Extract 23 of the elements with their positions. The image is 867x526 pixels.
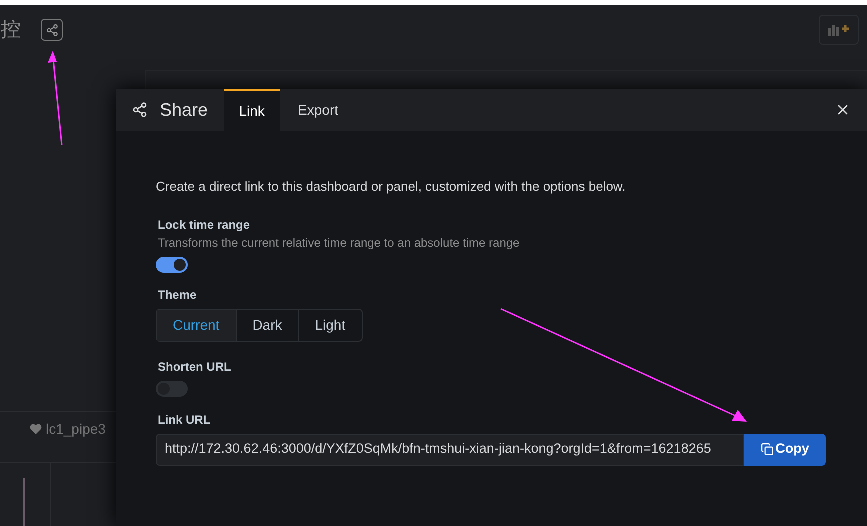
link-url-label: Link URL xyxy=(158,412,212,428)
theme-option[interactable]: Current xyxy=(157,310,236,340)
theme-option[interactable]: Light xyxy=(298,310,362,340)
legend-label: lc1_pipe3 xyxy=(46,420,106,439)
copy-icon xyxy=(760,443,774,456)
theme-option[interactable]: Dark xyxy=(236,310,298,340)
shorten-url-label: Shorten URL xyxy=(158,358,232,376)
heart-icon xyxy=(30,424,42,435)
dashboard-title: 控 xyxy=(1,18,21,43)
toggle-switch[interactable] xyxy=(156,380,188,396)
modal-title: Share xyxy=(160,98,208,122)
theme-label: Theme xyxy=(158,286,198,304)
lock-time-label: Lock time range xyxy=(158,216,252,234)
copy-button[interactable]: Copy xyxy=(744,434,826,466)
lock-time-description: Transforms the current relative time range to an absolute time range xyxy=(158,234,521,252)
tab[interactable]: Link xyxy=(224,89,280,131)
tab[interactable]: Export xyxy=(280,89,357,131)
link-url-field[interactable]: http://172.30.62.46:3000/d/YXfZ0SqMk/bfn-tmshui-xian-jian-kong?orgId=1&from=16218265 xyxy=(156,434,744,466)
intro-text: Create a direct link to this dashboard or panel, customized with the options below. xyxy=(156,178,627,196)
add-panel-icon[interactable] xyxy=(819,15,859,45)
share-icon xyxy=(132,102,148,118)
share-icon[interactable] xyxy=(41,19,63,41)
toggle-switch[interactable] xyxy=(156,256,188,272)
